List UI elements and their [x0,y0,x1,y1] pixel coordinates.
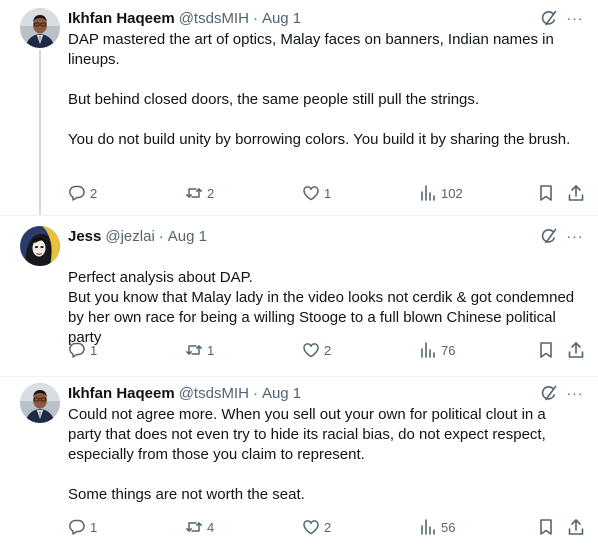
repost-button[interactable]: 2 [185,183,214,203]
view-count: 102 [441,185,463,201]
share-button[interactable] [567,183,585,203]
grok-icon[interactable] [540,9,558,27]
repost-button[interactable]: 1 [185,340,214,360]
separator-dot: · [252,9,258,27]
view-count: 56 [441,519,456,535]
repost-button[interactable]: 4 [185,517,214,537]
repost-icon [186,188,202,198]
thread-line [39,50,41,215]
more-options-icon[interactable]: ··· [565,383,585,403]
share-button[interactable] [567,340,585,360]
tweet-paragraph: But behind closed doors, the same people… [68,91,480,108]
tweet-header: Ikhfan Haqeem @tsdsMIH · Aug 1 [68,383,301,403]
separator-dot: · [158,227,164,245]
tweet-header: Jess @jezlai · Aug 1 [68,226,207,246]
separator-dot: · [252,384,258,402]
bookmark-icon [540,519,552,535]
author-name[interactable]: Jess [68,228,101,245]
views-button[interactable]: 76 [419,340,455,360]
tweet-text: DAP mastered the art of optics, Malay fa… [68,30,578,150]
repost-count: 1 [207,342,215,358]
tweet-header: Ikhfan Haqeem @tsdsMIH · Aug 1 [68,8,301,28]
share-button[interactable] [567,517,585,537]
views-icon [421,519,435,535]
tweet-text: Could not agree more. When you sell out … [68,405,578,505]
reply-icon [69,185,85,201]
author-handle[interactable]: @tsdsMIH [179,385,249,402]
tweet-paragraph: Some things are not worth the seat. [68,486,305,503]
views-icon [421,185,435,201]
timestamp[interactable]: Aug 1 [262,10,301,27]
views-button[interactable]: 56 [419,517,455,537]
reply-icon [69,342,85,358]
reply-count: 1 [90,519,98,535]
tweet-3[interactable]: Ikhfan Haqeem @tsdsMIH · Aug 1 ··· Could… [0,377,598,558]
repost-count: 2 [207,185,215,201]
tweet-2[interactable]: Jess @jezlai · Aug 1 ··· Perfect analysi… [0,216,598,376]
more-options-icon[interactable]: ··· [565,8,585,28]
reply-icon [69,519,85,535]
like-count: 2 [324,519,332,535]
share-icon [568,185,584,201]
avatar[interactable] [20,383,60,423]
view-count: 76 [441,342,456,358]
like-count: 1 [324,185,332,201]
share-icon [568,342,584,358]
like-button[interactable]: 1 [302,183,331,203]
author-handle[interactable]: @jezlai [105,228,154,245]
reply-count: 2 [90,185,98,201]
tweet-paragraph: Perfect analysis about DAP. But you know… [68,269,575,346]
timestamp[interactable]: Aug 1 [262,385,301,402]
avatar[interactable] [20,226,60,266]
reply-count: 1 [90,342,98,358]
bookmark-button[interactable] [537,340,555,360]
timestamp[interactable]: Aug 1 [168,228,207,245]
more-options-icon[interactable]: ··· [565,226,585,246]
like-icon [303,343,319,358]
like-icon [303,520,319,535]
author-name[interactable]: Ikhfan Haqeem [68,10,175,27]
bookmark-button[interactable] [537,183,555,203]
like-button[interactable]: 2 [302,517,331,537]
tweet-paragraph: You do not build unity by borrowing colo… [68,131,571,148]
share-icon [568,519,584,535]
like-count: 2 [324,342,332,358]
views-icon [421,342,435,358]
tweet-paragraph: DAP mastered the art of optics, Malay fa… [68,31,554,68]
reply-button[interactable]: 1 [68,340,97,360]
tweet-paragraph: Could not agree more. When you sell out … [68,406,546,463]
repost-count: 4 [207,519,215,535]
bookmark-icon [540,342,552,358]
like-icon [303,186,319,201]
author-handle[interactable]: @tsdsMIH [179,10,249,27]
grok-icon[interactable] [540,384,558,402]
bookmark-button[interactable] [537,517,555,537]
grok-icon[interactable] [540,227,558,245]
repost-icon [186,522,202,532]
author-name[interactable]: Ikhfan Haqeem [68,385,175,402]
avatar[interactable] [20,8,60,48]
bookmark-icon [540,185,552,201]
views-button[interactable]: 102 [419,183,463,203]
tweet-1[interactable]: Ikhfan Haqeem @tsdsMIH · Aug 1 ··· DAP m… [0,0,598,215]
like-button[interactable]: 2 [302,340,331,360]
repost-icon [186,345,202,355]
reply-button[interactable]: 2 [68,183,97,203]
reply-button[interactable]: 1 [68,517,97,537]
